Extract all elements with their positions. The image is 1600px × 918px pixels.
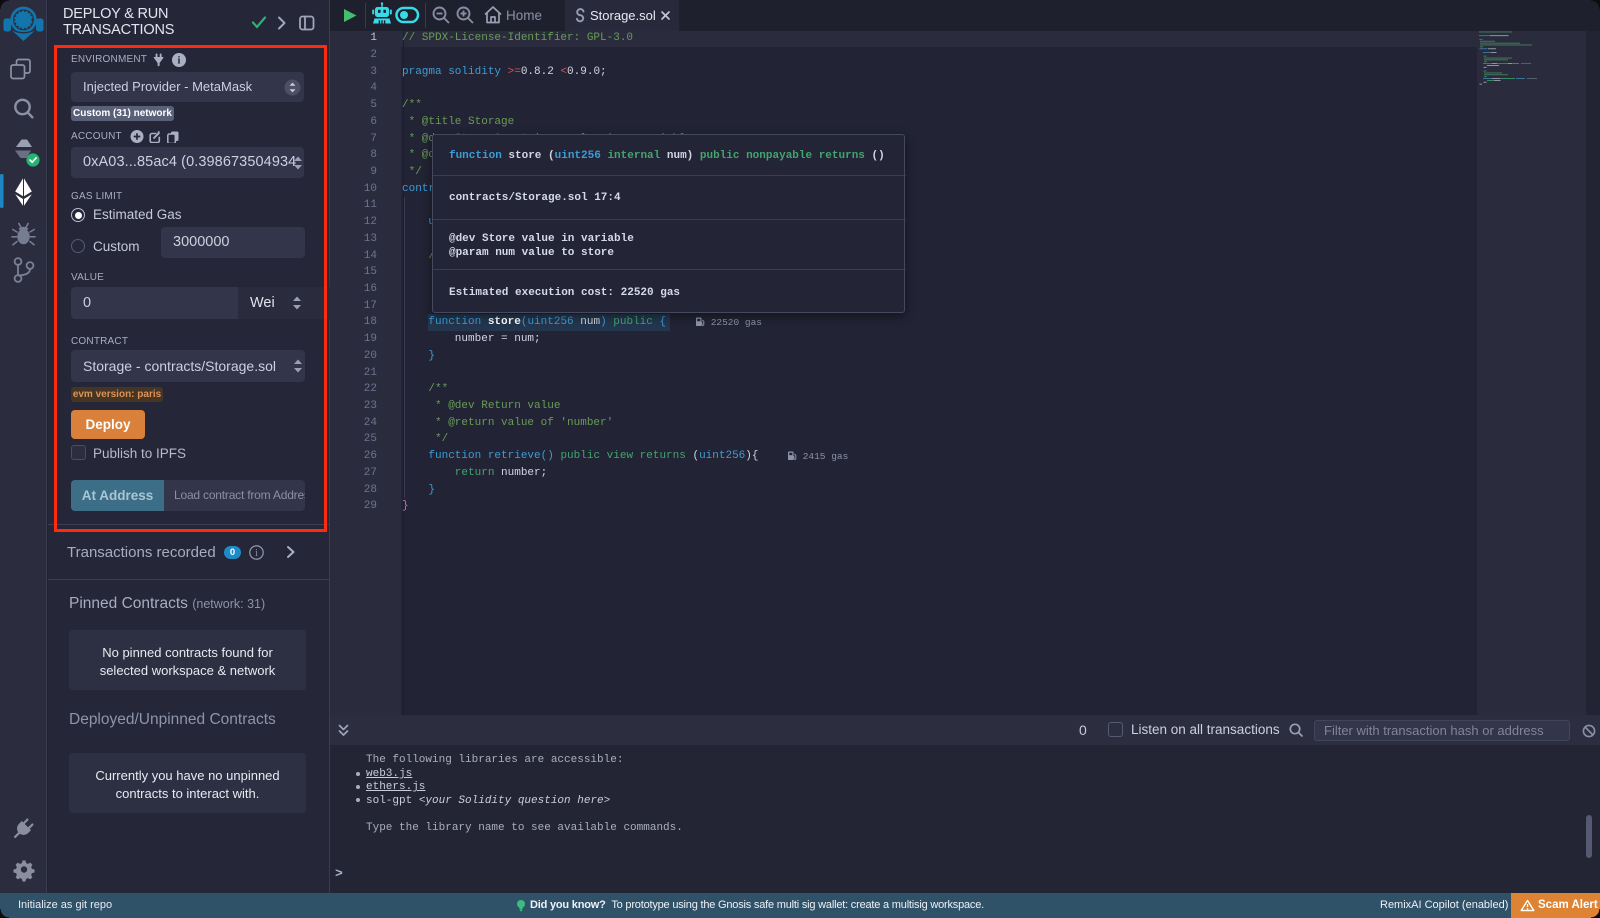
svg-text:i: i [255, 548, 258, 559]
